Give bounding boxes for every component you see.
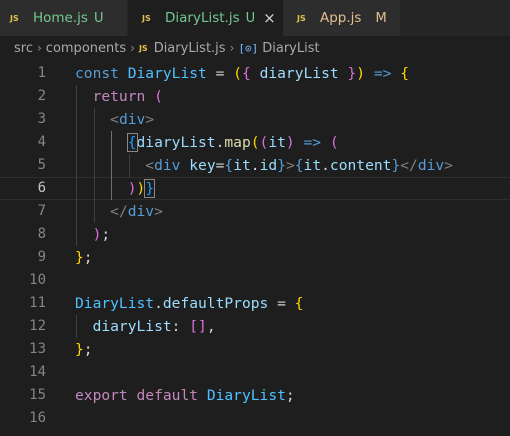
tab-label: Home.js	[33, 10, 88, 26]
line-number: 16	[29, 410, 46, 426]
code-text: const DiaryList = ({ diaryList }) => {	[75, 65, 409, 82]
indent-guide	[93, 108, 95, 223]
git-status-badge: M	[375, 10, 387, 26]
tab-label: DiaryList.js	[165, 10, 240, 26]
breadcrumb-file[interactable]: DiaryList.js	[154, 41, 226, 56]
git-status-badge: U	[93, 10, 104, 26]
line-number: 4	[37, 134, 46, 150]
indent-guide	[76, 315, 77, 338]
line-number: 5	[37, 157, 46, 173]
chevron-right-icon: ›	[130, 41, 135, 55]
line-number: 1	[37, 65, 46, 81]
close-icon[interactable]: ×	[263, 9, 276, 27]
line-number: 12	[29, 318, 46, 334]
js-file-icon: JS	[142, 13, 151, 23]
code-line[interactable]: 10	[0, 269, 510, 292]
line-number: 15	[29, 387, 46, 403]
breadcrumb-src[interactable]: src	[14, 41, 33, 56]
js-file-icon: JS	[10, 13, 19, 23]
indent-guide	[128, 154, 130, 177]
line-number: 2	[37, 88, 46, 104]
git-status-badge: U	[245, 10, 256, 26]
code-text: ))}	[127, 179, 156, 198]
chevron-right-icon: ›	[36, 41, 42, 55]
code-text: return (	[92, 88, 163, 105]
line-number: 8	[37, 226, 46, 242]
code-line[interactable]: 13};	[0, 338, 510, 361]
symbol-variable-icon: [⊙]	[238, 41, 259, 55]
code-text: <div key={it.id}>{it.content}</div>	[145, 157, 453, 174]
code-text: );	[92, 226, 111, 243]
tab-diarylist-js[interactable]: JS DiaryList.js U ×	[128, 0, 283, 36]
code-text: {diaryList.map((it) => (	[126, 133, 339, 152]
line-number: 3	[37, 111, 46, 127]
line-number: 13	[29, 341, 46, 357]
code-text: diaryList: [],	[92, 318, 216, 335]
code-text: DiaryList.defaultProps = {	[75, 295, 304, 312]
line-number: 14	[29, 364, 46, 380]
line-number: 9	[37, 249, 46, 265]
tab-home-js[interactable]: JS Home.js U	[0, 0, 128, 36]
breadcrumb: src › components › JS DiaryList.js › [⊙]…	[0, 36, 510, 60]
js-file-icon: JS	[138, 43, 148, 53]
breadcrumb-components[interactable]: components	[46, 41, 126, 56]
js-file-icon: JS	[297, 13, 306, 23]
code-text: export default DiaryList;	[75, 387, 295, 404]
code-line[interactable]: 9};	[0, 246, 510, 269]
code-text: };	[75, 341, 93, 358]
chevron-right-icon: ›	[229, 41, 235, 55]
indent-guide	[111, 131, 113, 200]
code-line[interactable]: 14	[0, 361, 510, 384]
vscode-editor-window: JS Home.js U JS DiaryList.js U × JS App.…	[0, 0, 510, 436]
indent-guide	[76, 85, 77, 246]
code-text: </div>	[110, 203, 163, 220]
code-editor[interactable]: 1 const DiaryList = ({ diaryList }) => { 2…	[0, 60, 510, 436]
line-number: 10	[29, 272, 46, 288]
line-number: 6	[37, 180, 46, 196]
code-line[interactable]: 15 export default DiaryList;	[0, 384, 510, 407]
line-number: 7	[37, 203, 46, 219]
code-text: <div>	[110, 111, 155, 128]
code-line[interactable]: 16	[0, 407, 510, 430]
code-text: };	[75, 249, 93, 266]
tab-label: App.js	[320, 10, 362, 26]
line-number: 11	[29, 295, 46, 311]
code-line[interactable]: 11 DiaryList.defaultProps = {	[0, 292, 510, 315]
code-line[interactable]: 1 const DiaryList = ({ diaryList }) => {	[0, 62, 510, 85]
breadcrumb-symbol[interactable]: DiaryList	[262, 41, 319, 56]
editor-tab-bar: JS Home.js U JS DiaryList.js U × JS App.…	[0, 0, 510, 36]
tab-app-js[interactable]: JS App.js M	[283, 0, 401, 36]
